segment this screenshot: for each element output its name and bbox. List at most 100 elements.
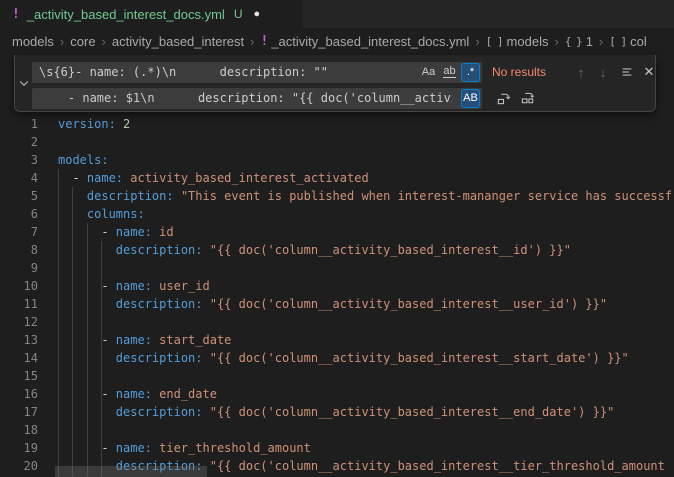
line-number: 10 bbox=[0, 277, 58, 295]
match-case-button[interactable]: Aa bbox=[419, 63, 438, 82]
code-token: name: bbox=[116, 225, 152, 239]
code-token: description: bbox=[116, 351, 203, 365]
match-case-label: Aa bbox=[422, 66, 435, 78]
vscode-window: ! _activity_based_interest_docs.yml U ● … bbox=[0, 0, 674, 477]
line-number: 14 bbox=[0, 349, 58, 367]
horizontal-scrollbar[interactable] bbox=[55, 466, 207, 477]
code-line: 12 bbox=[0, 313, 674, 331]
breadcrumb-item[interactable]: { }1 bbox=[565, 34, 593, 49]
code-token: "{{ doc('column__activity_based_interest… bbox=[203, 297, 608, 311]
code-token: columns: bbox=[87, 207, 145, 221]
replace-icon bbox=[496, 91, 511, 106]
line-number: 8 bbox=[0, 241, 58, 259]
code-token: end_date bbox=[152, 387, 217, 401]
breadcrumb-item[interactable]: [ ]models bbox=[486, 34, 549, 49]
find-input[interactable] bbox=[32, 62, 482, 83]
code-line: 10 - name: user_id bbox=[0, 277, 674, 295]
code-line: 3models: bbox=[0, 151, 674, 169]
breadcrumb-item[interactable]: !_activity_based_interest_docs.yml bbox=[261, 34, 470, 49]
line-number: 4 bbox=[0, 169, 58, 187]
tab-bar: ! _activity_based_interest_docs.yml U ● bbox=[0, 0, 674, 28]
code-token: id bbox=[152, 225, 174, 239]
breadcrumb-label: _activity_based_interest_docs.yml bbox=[271, 34, 469, 49]
breadcrumb-item[interactable]: core bbox=[70, 34, 95, 49]
symbol-icon: [ ] bbox=[609, 35, 626, 48]
breadcrumb-item[interactable]: [ ]col bbox=[609, 34, 647, 49]
arrow-down-icon: ↓ bbox=[600, 65, 607, 80]
find-results-label: No results bbox=[492, 65, 570, 79]
code-token: - bbox=[58, 279, 116, 293]
editor[interactable]: 1version: 223models:4 - name: activity_b… bbox=[0, 55, 674, 477]
code-token: - bbox=[58, 387, 116, 401]
line-number: 7 bbox=[0, 223, 58, 241]
chevron-down-icon bbox=[18, 77, 30, 89]
dirty-indicator[interactable]: ● bbox=[254, 8, 261, 20]
code-token: - bbox=[58, 441, 116, 455]
line-number: 11 bbox=[0, 295, 58, 313]
code-token: description: bbox=[116, 297, 203, 311]
breadcrumb-separator: › bbox=[250, 34, 254, 49]
find-in-selection-button[interactable] bbox=[616, 62, 638, 82]
code-line: 7 - name: id bbox=[0, 223, 674, 241]
code-token bbox=[58, 189, 87, 203]
code-token: description: bbox=[116, 405, 203, 419]
breadcrumb-separator: › bbox=[102, 34, 106, 49]
replace-button[interactable] bbox=[492, 88, 514, 108]
code-token: - bbox=[58, 333, 116, 347]
code-area: 1version: 223models:4 - name: activity_b… bbox=[0, 115, 674, 475]
line-number: 5 bbox=[0, 187, 58, 205]
breadcrumb-label: models bbox=[12, 34, 54, 49]
close-find-button[interactable]: ✕ bbox=[638, 62, 660, 82]
replace-input[interactable] bbox=[32, 88, 482, 109]
code-line: 19 - name: tier_threshold_amount bbox=[0, 439, 674, 457]
find-row: Aa ab .* No results ↑ ↓ bbox=[32, 61, 660, 83]
code-line: 14 description: "{{ doc('column__activit… bbox=[0, 349, 674, 367]
arrow-up-icon: ↑ bbox=[578, 65, 585, 80]
previous-match-button[interactable]: ↑ bbox=[570, 62, 592, 82]
preserve-case-button[interactable]: AB bbox=[461, 89, 480, 108]
breadcrumb-separator: › bbox=[60, 34, 64, 49]
code-token: "{{ doc('column__activity_based_interest… bbox=[203, 405, 615, 419]
code-line: 11 description: "{{ doc('column__activit… bbox=[0, 295, 674, 313]
breadcrumb-item[interactable]: models bbox=[12, 34, 54, 49]
breadcrumb-label: core bbox=[70, 34, 95, 49]
code-token: - bbox=[58, 225, 116, 239]
code-token bbox=[58, 243, 116, 257]
code-token: "{{ doc('column__activity_based_interest… bbox=[203, 459, 665, 473]
replace-input-box: AB bbox=[32, 88, 482, 109]
line-number: 1 bbox=[0, 115, 58, 133]
code-line: 2 bbox=[0, 133, 674, 151]
code-token bbox=[58, 405, 116, 419]
git-untracked-badge: U bbox=[234, 7, 243, 21]
line-number: 19 bbox=[0, 439, 58, 457]
toggle-replace-button[interactable] bbox=[15, 55, 32, 111]
whole-word-button[interactable]: ab bbox=[440, 63, 459, 82]
symbol-icon: [ ] bbox=[486, 35, 503, 48]
code-token: "{{ doc('column__activity_based_interest… bbox=[203, 351, 629, 365]
line-number: 18 bbox=[0, 421, 58, 439]
code-token: "This event is published when interest-m… bbox=[174, 189, 673, 203]
code-token: description: bbox=[116, 243, 203, 257]
breadcrumb-item[interactable]: activity_based_interest bbox=[112, 34, 244, 49]
regex-button[interactable]: .* bbox=[461, 63, 480, 82]
yaml-file-icon: ! bbox=[261, 34, 268, 49]
code-line: 4 - name: activity_based_interest_activa… bbox=[0, 169, 674, 187]
regex-label: .* bbox=[467, 66, 474, 78]
breadcrumb-label: 1 bbox=[586, 34, 593, 49]
code-token: start_date bbox=[152, 333, 231, 347]
code-token: user_id bbox=[152, 279, 210, 293]
yaml-file-icon: ! bbox=[12, 7, 20, 22]
code-line: 5 description: "This event is published … bbox=[0, 187, 674, 205]
breadcrumb-separator: › bbox=[554, 34, 558, 49]
line-number: 16 bbox=[0, 385, 58, 403]
next-match-button[interactable]: ↓ bbox=[592, 62, 614, 82]
code-line: 9 bbox=[0, 259, 674, 277]
code-token: "{{ doc('column__activity_based_interest… bbox=[203, 243, 571, 257]
code-line: 1version: 2 bbox=[0, 115, 674, 133]
code-line: 8 description: "{{ doc('column__activity… bbox=[0, 241, 674, 259]
replace-all-button[interactable] bbox=[516, 88, 538, 108]
code-line: 18 bbox=[0, 421, 674, 439]
preserve-case-label: AB bbox=[463, 92, 478, 104]
tab-activity-based-interest-docs[interactable]: ! _activity_based_interest_docs.yml U ● bbox=[0, 0, 302, 28]
breadcrumb-separator: › bbox=[475, 34, 479, 49]
